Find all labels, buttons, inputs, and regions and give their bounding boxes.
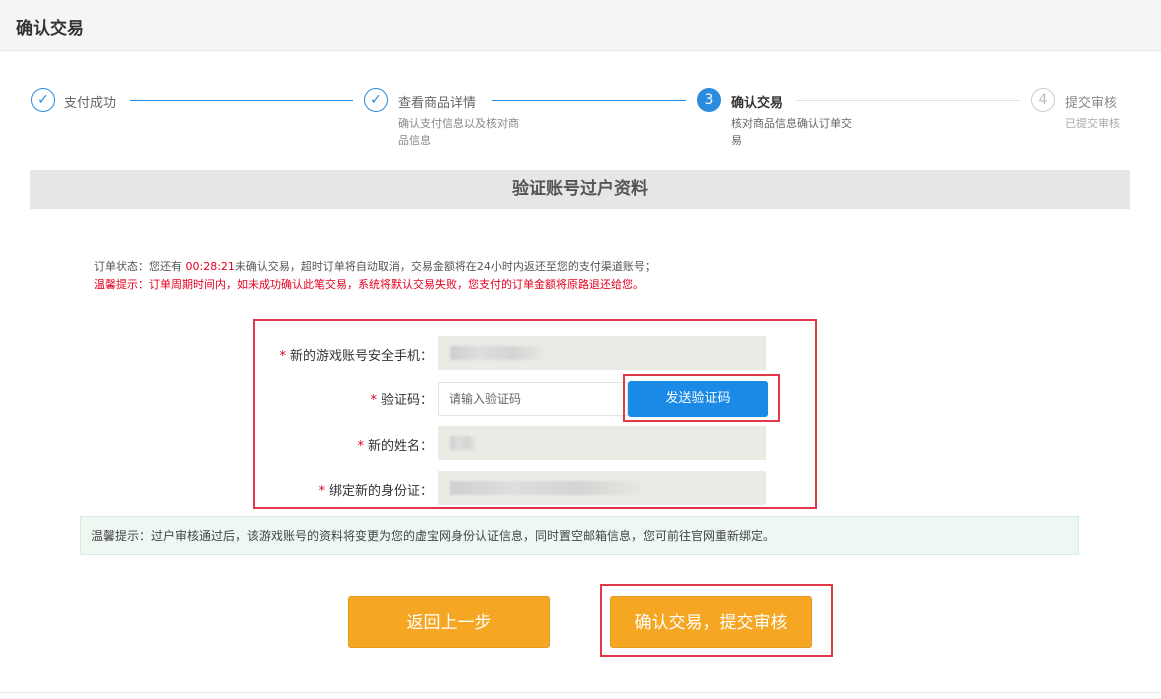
page-header: 确认交易 bbox=[0, 0, 1161, 51]
confirm-submit-button[interactable]: 确认交易，提交审核 bbox=[610, 596, 812, 648]
send-code-button[interactable]: 发送验证码 bbox=[628, 381, 768, 417]
countdown-timer: 00:28:21 bbox=[185, 260, 235, 273]
step-4-number: 4 bbox=[1031, 88, 1055, 112]
step-2-desc: 确认支付信息以及核对商品信息 bbox=[398, 117, 519, 147]
code-label: * 验证码： bbox=[370, 393, 433, 408]
step-connector-1 bbox=[130, 100, 353, 101]
name-label: * 新的姓名： bbox=[357, 439, 433, 454]
step-1-label: 支付成功 bbox=[64, 96, 117, 111]
step-3-number: 3 bbox=[697, 88, 721, 112]
page-title: 确认交易 bbox=[16, 19, 84, 39]
required-mark: * bbox=[357, 439, 364, 454]
section-title: 验证账号过户资料 bbox=[30, 170, 1130, 209]
id-masked-value bbox=[450, 481, 640, 495]
phone-field bbox=[438, 336, 766, 370]
warning-notice: 温馨提示：订单周期时间内，如未成功确认此笔交易，系统将默认交易失败，您支付的订单… bbox=[94, 278, 644, 291]
id-field bbox=[438, 471, 766, 505]
required-mark: * bbox=[318, 484, 325, 499]
step-4-desc: 已提交审核 bbox=[1065, 117, 1120, 130]
order-status-suffix: 未确认交易，超时订单将自动取消，交易金额将在24小时内返还至您的支付渠道账号； bbox=[234, 260, 656, 273]
step-4-label: 提交审核 bbox=[1065, 96, 1118, 111]
phone-label: * 新的游戏账号安全手机： bbox=[279, 349, 433, 364]
order-status-prefix: 订单状态：您还有 bbox=[94, 260, 186, 273]
verification-code-input[interactable] bbox=[438, 382, 628, 416]
name-masked-value bbox=[450, 436, 476, 450]
name-field bbox=[438, 426, 766, 460]
phone-masked-value bbox=[450, 346, 542, 360]
step-2-label: 查看商品详情 bbox=[398, 96, 477, 111]
step-connector-2 bbox=[492, 100, 686, 101]
step-3-desc: 核对商品信息确认订单交易 bbox=[731, 117, 852, 147]
transfer-tip: 温馨提示：过户审核通过后，该游戏账号的资料将变更为您的虚宝网身份认证信息，同时置… bbox=[80, 516, 1079, 555]
id-label: * 绑定新的身份证： bbox=[318, 484, 433, 499]
step-2-check-icon: ✓ bbox=[364, 88, 388, 112]
step-connector-3 bbox=[796, 100, 1020, 101]
step-1-check-icon: ✓ bbox=[31, 88, 55, 112]
required-mark: * bbox=[370, 393, 377, 408]
required-mark: * bbox=[279, 349, 286, 364]
back-button[interactable]: 返回上一步 bbox=[348, 596, 550, 648]
footer-divider bbox=[0, 692, 1161, 693]
order-status: 订单状态：您还有 00:28:21未确认交易，超时订单将自动取消，交易金额将在2… bbox=[94, 258, 656, 274]
step-3-label: 确认交易 bbox=[731, 96, 784, 111]
